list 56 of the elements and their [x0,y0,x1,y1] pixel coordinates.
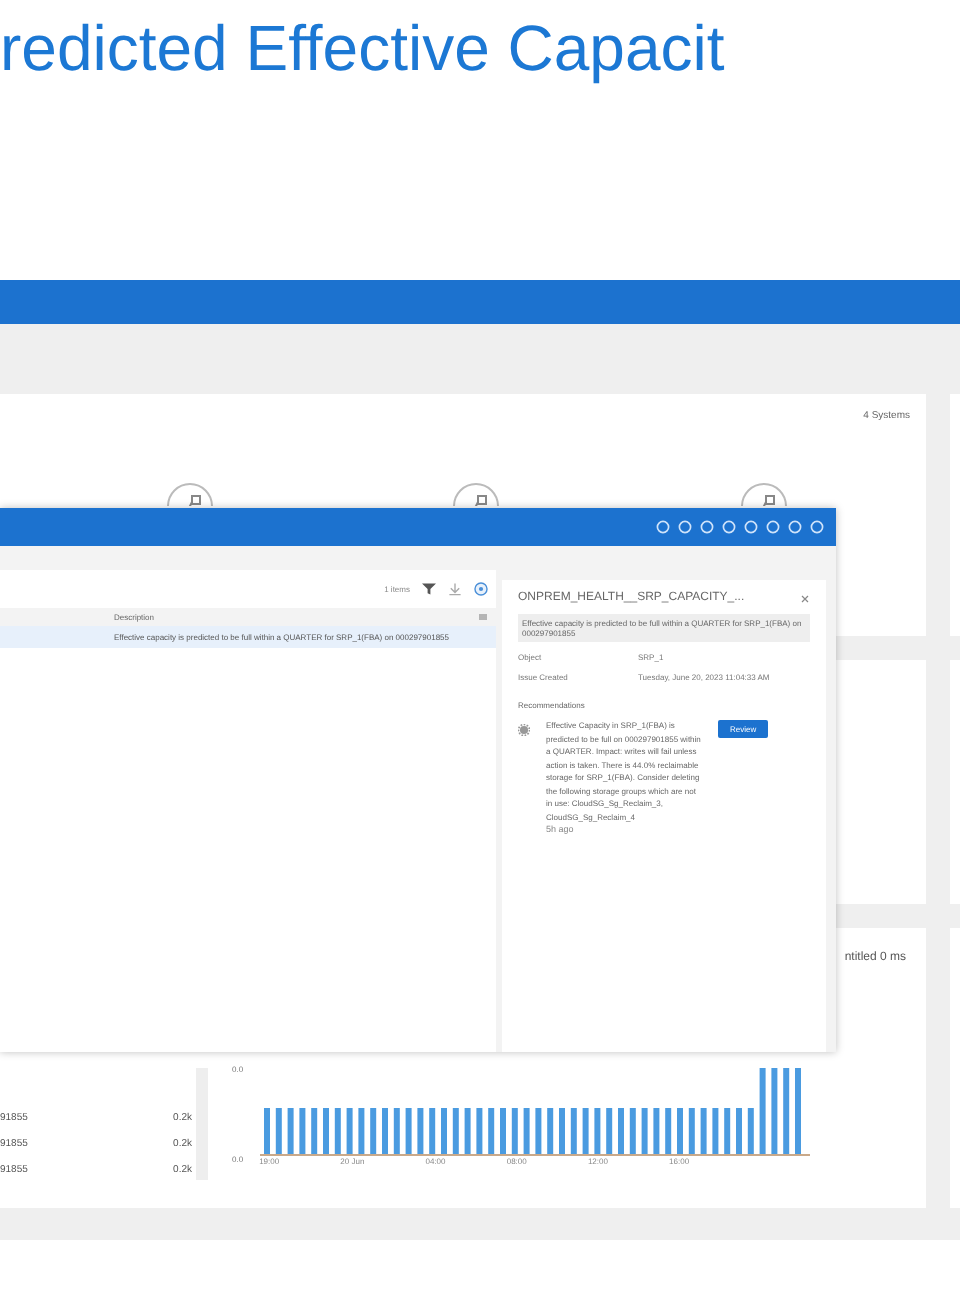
chart-bar [617,1108,624,1156]
close-icon[interactable] [800,593,810,603]
chart-bar [298,1108,305,1156]
chart-bar [546,1108,553,1156]
chart-bar [782,1068,789,1156]
slide-title: redicted Effective Capacit [0,10,727,86]
chart-bar [593,1108,600,1156]
chart-bar [451,1108,458,1156]
chart-bar [463,1108,470,1156]
system-node-icon[interactable] [452,482,500,506]
chart-bar [310,1108,317,1156]
chart-bar [428,1108,435,1156]
chart-bar [534,1108,541,1156]
chart-bar [404,1108,411,1156]
chart-bar [676,1108,683,1156]
chart-bar [605,1108,612,1156]
chart-bar [357,1108,364,1156]
gear-icon [518,724,530,736]
chart-bar [758,1068,765,1156]
chart-bar [628,1108,635,1156]
chart-bar [369,1108,376,1156]
chart-bar [664,1108,671,1156]
system-node-icon[interactable] [166,482,214,506]
menu-icon[interactable] [478,612,488,622]
chart-bar [510,1108,517,1156]
chart-bar [652,1108,659,1156]
chart-bar [569,1108,576,1156]
chart-bar [416,1108,423,1156]
chart-bar [381,1108,388,1156]
chart-bar [581,1108,588,1156]
chart-bar [263,1108,270,1156]
chart-bar [487,1108,494,1156]
chart-bar [746,1108,753,1156]
filter-icon[interactable] [422,582,436,596]
chart-bar [286,1108,293,1156]
chart-bar [558,1108,565,1156]
chart-bar [499,1108,506,1156]
info-icon[interactable] [474,582,488,596]
chart-bar [640,1108,647,1156]
chart-bar [770,1068,777,1156]
chart-bar [699,1108,706,1156]
chart-bar [274,1108,281,1156]
system-node-icon[interactable] [740,482,788,506]
chart-bar [392,1108,399,1156]
chart-bar [522,1108,529,1156]
chart-bar [711,1108,718,1156]
chart-bar [333,1108,340,1156]
chart-bar [794,1068,801,1156]
download-icon[interactable] [448,582,462,596]
chart-bar [687,1108,694,1156]
chart-bar [735,1108,742,1156]
chart-bar [322,1108,329,1156]
chart-bar [345,1108,352,1156]
chart-bar [440,1108,447,1156]
chart-bar [475,1108,482,1156]
chart-bar [723,1108,730,1156]
